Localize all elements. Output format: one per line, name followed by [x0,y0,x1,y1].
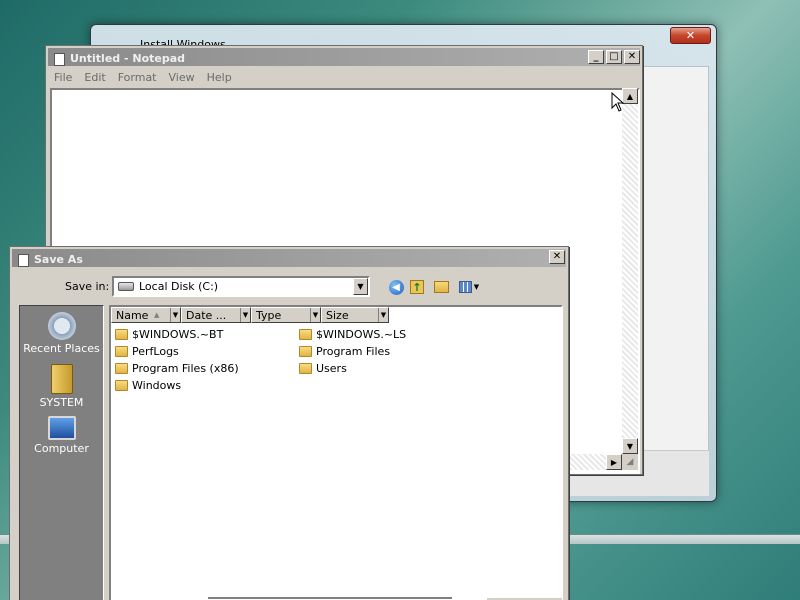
back-arrow-icon: ◀ [388,279,404,295]
notepad-titlebar[interactable]: Untitled - Notepad _ □ ✕ [48,48,640,66]
place-label: Computer [34,442,89,455]
up-folder-button[interactable]: ↑ [408,279,426,295]
column-header-date[interactable]: Date ... ▼ [181,307,251,323]
folder-icon [115,362,128,374]
resize-grip[interactable]: ◢ [622,454,638,470]
notepad-title: Untitled - Notepad [70,52,186,65]
column-header-type[interactable]: Type ▼ [251,307,321,323]
menu-view[interactable]: View [163,71,201,84]
chevron-down-icon[interactable]: ▼ [240,308,250,322]
minimize-button[interactable]: _ [588,50,604,64]
place-label: SYSTEM [39,396,84,409]
menu-format[interactable]: Format [112,71,163,84]
save-in-label: Save in: [65,280,110,293]
new-folder-button[interactable] [432,279,450,295]
column-label: Type [256,308,282,322]
folder-icon [115,328,128,340]
folder-icon [115,379,128,391]
up-arrow-icon: ↑ [410,280,424,294]
file-name: Program Files [316,344,391,358]
column-headers: Name ▲ ▼ Date ... ▼ Type ▼ Size ▼ [111,307,389,323]
file-name: Program Files (x86) [132,361,239,375]
file-name: $WINDOWS.~BT [132,327,224,341]
save-as-icon [18,254,29,267]
places-bar: Recent Places SYSTEM Computer [19,305,104,600]
place-computer[interactable]: Computer [20,416,103,455]
drive-icon [118,282,134,291]
recent-places-icon [47,312,76,340]
mouse-cursor-icon [611,92,625,112]
file-name: Windows [132,378,182,392]
chevron-down-icon: ▼ [473,283,480,291]
views-icon [458,281,472,293]
folder-icon [299,345,312,357]
place-label: Recent Places [23,342,100,355]
sort-arrow-icon: ▲ [154,311,160,319]
folder-icon [299,362,312,374]
list-item[interactable]: $WINDOWS.~BT [115,326,223,342]
list-item[interactable]: Program Files (x86) [115,360,239,376]
computer-icon [47,416,76,440]
list-item[interactable]: $WINDOWS.~LS [299,326,406,342]
chevron-down-icon[interactable]: ▼ [310,308,320,322]
notepad-vertical-scrollbar[interactable]: ▲ ▼ [622,88,638,454]
notepad-menubar: File Edit Format View Help [48,68,640,86]
user-folder-icon [50,364,73,394]
views-menu-button[interactable]: ▼ [456,279,482,295]
column-header-size[interactable]: Size ▼ [321,307,389,323]
back-button[interactable]: ◀ [387,279,405,295]
place-recent-places[interactable]: Recent Places [20,312,103,355]
place-system[interactable]: SYSTEM [20,364,103,409]
scroll-down-button[interactable]: ▼ [622,438,638,454]
column-label: Name [116,308,149,322]
save-as-titlebar[interactable]: Save As [12,249,566,267]
folder-icon [299,328,312,340]
column-label: Date ... [186,308,227,322]
chevron-down-icon[interactable]: ▼ [353,278,368,295]
menu-file[interactable]: File [48,71,78,84]
file-name: PerfLogs [132,344,179,358]
save-as-dialog: Save As ✕ Save in: Local Disk (C:) ▼ ◀ ↑… [9,246,569,600]
folder-icon [115,345,128,357]
save-as-title: Save As [34,253,83,266]
scroll-right-button[interactable]: ▶ [606,454,622,470]
menu-help[interactable]: Help [201,71,238,84]
chevron-down-icon[interactable]: ▼ [170,308,180,322]
new-folder-icon [433,281,449,293]
notepad-close-button[interactable]: ✕ [624,50,640,64]
file-name: Users [316,361,347,375]
install-windows-close-button[interactable]: ✕ [670,27,711,44]
list-item[interactable]: Users [299,360,347,376]
notepad-horizontal-scrollbar[interactable]: ▶ [570,454,622,470]
notepad-icon [54,53,65,66]
save-in-dropdown[interactable]: Local Disk (C:) ▼ [112,276,370,297]
list-item[interactable]: Windows [115,377,181,393]
chevron-down-icon[interactable]: ▼ [378,308,388,322]
column-label: Size [326,308,349,322]
save-in-value: Local Disk (C:) [139,280,219,293]
file-name: $WINDOWS.~LS [316,327,407,341]
list-item[interactable]: PerfLogs [115,343,179,359]
maximize-button[interactable]: □ [606,50,622,64]
save-as-close-button[interactable]: ✕ [549,250,565,264]
file-list[interactable]: Name ▲ ▼ Date ... ▼ Type ▼ Size ▼ $WINDO… [109,305,563,600]
menu-edit[interactable]: Edit [78,71,111,84]
list-item[interactable]: Program Files [299,343,390,359]
column-header-name[interactable]: Name ▲ ▼ [111,307,181,323]
